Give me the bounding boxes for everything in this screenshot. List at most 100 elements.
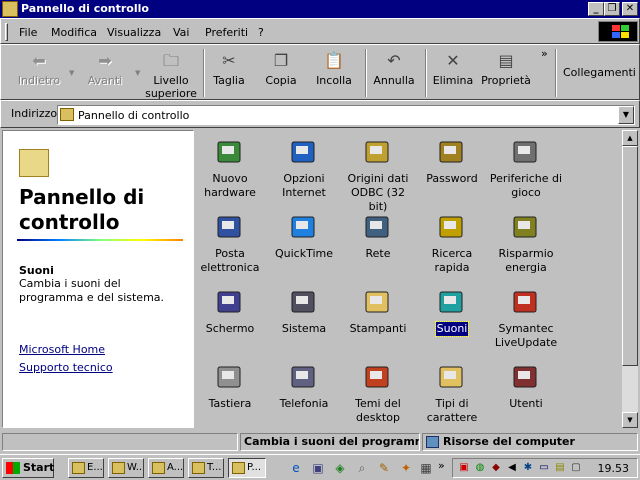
cp-item-ricerca-rapida[interactable]: Ricerca rapida [414,211,490,275]
task-button-explorer[interactable]: E... [68,458,104,478]
start-button[interactable]: Start [2,458,54,478]
undo-icon: ↶ [387,51,401,70]
window-title: Pannello di controllo [21,2,149,15]
cp-item-risparmio-energia[interactable]: Risparmio energia [488,211,564,275]
quicklaunch-more-chevron[interactable]: » [438,459,445,472]
forward-dropdown-icon[interactable]: ▼ [135,69,140,77]
status-panel-empty [2,433,238,451]
app-icon [192,462,205,474]
volume-icon[interactable]: ◀ [505,461,519,475]
cp-item-label: Utenti [509,397,543,410]
menu-preferiti[interactable]: Preferiti [205,26,248,39]
menu-visualizza[interactable]: Visualizza [107,26,161,39]
media-icon[interactable]: ✦ [398,460,414,476]
tray-network-icon[interactable]: ▤ [553,461,567,475]
task-button-word[interactable]: W... [108,458,144,478]
copy-button[interactable]: ❐ Copia [259,49,303,99]
tray-globe-icon[interactable]: ◍ [473,461,487,475]
vertical-scrollbar[interactable]: ▲ ▼ [622,130,638,428]
desktop-icon[interactable]: ▣ [310,460,326,476]
toolbar-more-chevron[interactable]: » [541,47,548,60]
task-label: P... [247,462,262,473]
cp-item-telefonia[interactable]: Telefonia [266,361,342,411]
cp-item-password[interactable]: Password [414,136,490,186]
tray-app-icon[interactable]: ▣ [457,461,471,475]
tray-settings-icon[interactable]: ✱ [521,461,535,475]
toolbar-separator [555,49,557,97]
task-label: E... [87,462,103,473]
tray-monitor-icon[interactable]: ▭ [537,461,551,475]
cp-item-tipi-di-carattere[interactable]: Tipi di carattere [414,361,490,425]
links-button[interactable]: Collegamenti [563,66,636,79]
paste-button[interactable]: 📋 Incolla [311,49,357,99]
cp-item-label: Stampanti [349,322,407,335]
delete-button[interactable]: ✕ Elimina [431,49,475,99]
left-pane-title: Pannello di controllo [19,185,145,234]
title-bar[interactable]: Pannello di controllo _ ❐ ✕ [0,0,640,18]
address-field[interactable]: Pannello di controllo ▼ [57,105,635,125]
cp-item-label: QuickTime [274,247,334,260]
scroll-up-button[interactable]: ▲ [622,130,638,146]
back-dropdown-icon[interactable]: ▼ [69,69,74,77]
up-button[interactable]: 🗀 Livello superiore [143,49,199,101]
cp-item-rete[interactable]: Rete [340,211,416,261]
tray-device-icon[interactable]: ◆ [489,461,503,475]
address-dropdown-button[interactable]: ▼ [618,106,634,124]
left-info-pane: Pannello di controllo Suoni Cambia i suo… [2,130,194,428]
search-icon[interactable]: ⌕ [354,460,370,476]
cp-item-schermo[interactable]: Schermo [194,286,268,336]
cp-item-quicktime[interactable]: QuickTime [266,211,342,261]
binoculars-icon [436,211,468,243]
copy-icon: ❐ [273,51,289,70]
back-button[interactable]: ⬅ Indietro [11,49,67,99]
cp-item-origini-dati-odbc-32-bit[interactable]: Origini dati ODBC (32 bit) [340,136,416,214]
support-link[interactable]: Supporto tecnico [19,361,113,374]
cp-item-utenti[interactable]: Utenti [488,361,564,411]
channels-icon[interactable]: ◈ [332,460,348,476]
up-label: Livello superiore [145,74,197,100]
cp-item-nuovo-hardware[interactable]: Nuovo hardware [194,136,268,200]
properties-button[interactable]: ▤ Proprietà [481,49,531,99]
cp-item-temi-del-desktop[interactable]: Temi del desktop [340,361,416,425]
cp-item-suoni[interactable]: Suoni [414,286,490,337]
toolbar-separator [365,49,367,97]
cp-item-posta-elettronica[interactable]: Posta elettronica [194,211,268,275]
task-button-a[interactable]: A... [148,458,184,478]
scroll-down-button[interactable]: ▼ [622,412,638,428]
scroll-thumb[interactable] [622,146,638,366]
taskbar: Start E... W... A... T... P... e ▣ ◈ ⌕ ✎… [0,454,640,480]
cp-item-label: Rete [365,247,391,260]
properties-icon: ▤ [498,51,514,70]
clock: 19.53 [597,462,630,475]
cp-item-label: Posta elettronica [200,247,260,274]
cp-item-periferiche-di-gioco[interactable]: Periferiche di gioco [488,136,564,200]
quicklaunch-icon[interactable]: ▦ [418,460,434,476]
menu-file[interactable]: File [19,26,37,39]
menu-help[interactable]: ? [258,26,264,39]
cp-item-stampanti[interactable]: Stampanti [340,286,416,336]
cp-item-opzioni-internet[interactable]: Opzioni Internet [266,136,342,200]
forward-button[interactable]: ➡ Avanti [79,49,131,99]
status-description: Cambia i suoni del programma e [240,433,420,451]
cp-item-symantec-liveupdate[interactable]: Symantec LiveUpdate [488,286,564,350]
minimize-button[interactable]: _ [588,2,604,16]
task-button-t[interactable]: T... [188,458,224,478]
network-icon [362,211,394,243]
cp-item-sistema[interactable]: Sistema [266,286,342,336]
tray-display-icon[interactable]: ▢ [569,461,583,475]
pencil-icon[interactable]: ✎ [376,460,392,476]
address-value[interactable]: Pannello di controllo [78,109,189,122]
cp-item-label: Nuovo hardware [204,172,256,199]
cut-button[interactable]: ✂ Taglia [207,49,251,99]
task-button-control-panel[interactable]: P... [228,458,266,478]
cp-item-tastiera[interactable]: Tastiera [194,361,268,411]
system-tray: ▣ ◍ ◆ ◀ ✱ ▭ ▤ ▢ 19.53 [452,458,638,478]
menu-modifica[interactable]: Modifica [51,26,97,39]
undo-button[interactable]: ↶ Annulla [371,49,417,99]
ie-icon[interactable]: e [288,460,304,476]
forward-arrow-icon: ➡ [98,51,112,70]
maximize-button[interactable]: ❐ [604,2,620,16]
microsoft-home-link[interactable]: Microsoft Home [19,343,105,356]
menu-vai[interactable]: Vai [173,26,189,39]
close-button[interactable]: ✕ [622,2,638,16]
